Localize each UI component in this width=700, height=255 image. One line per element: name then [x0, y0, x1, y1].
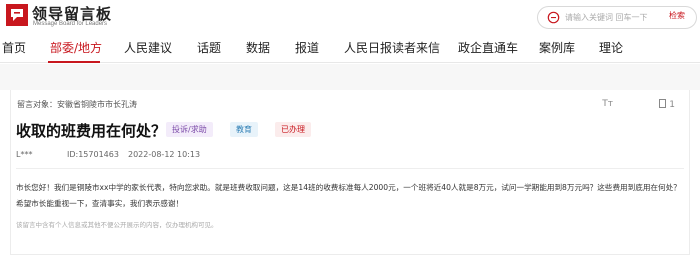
nav-item-ministries-local[interactable]: 部委/地方	[50, 39, 102, 56]
main-nav: 首页 部委/地方 人民建议 话题 数据 报道 人民日报读者来信 政企直通车 案例…	[0, 33, 700, 63]
nav-active-indicator	[48, 61, 100, 63]
tag-category[interactable]: 投诉/求助	[166, 122, 213, 137]
site-logo[interactable]: 领导留言板 Message Board for Leaders	[6, 4, 176, 30]
logo-subtitle: Message Board for Leaders	[33, 21, 108, 27]
message-card: 留言对象：安徽省铜陵市市长孔涛 Tт 1 收取的班费用在何处？ 投诉/求助 教育…	[10, 90, 690, 255]
nav-item-data[interactable]: 数据	[246, 39, 270, 56]
privacy-notice: 该留言中含有个人信息或其他不便公开展示的内容，仅办理机构可见。	[16, 221, 218, 229]
divider	[16, 168, 684, 169]
message-author: L***	[16, 150, 33, 159]
site-header: 领导留言板 Message Board for Leaders 检索	[0, 0, 700, 33]
tag-domain[interactable]: 教育	[230, 122, 258, 137]
search-button[interactable]: 检索	[669, 10, 685, 21]
search-box: 检索	[537, 6, 697, 29]
search-input[interactable]	[565, 10, 660, 25]
font-size-icon[interactable]: Tт	[602, 99, 613, 109]
status-badge: 已办理	[275, 122, 311, 137]
message-id: ID:15701463	[67, 150, 119, 159]
search-icon	[547, 11, 560, 24]
message-body: 市长您好！我们是铜陵市xx中学的家长代表，特向您求助。就是班费收取问题，这是14…	[16, 183, 681, 208]
nav-item-people-suggestions[interactable]: 人民建议	[124, 39, 172, 56]
like-icon	[659, 99, 667, 108]
nav-item-readers-letters[interactable]: 人民日报读者来信	[344, 39, 440, 56]
nav-item-case-library[interactable]: 案例库	[539, 39, 575, 56]
nav-item-home[interactable]: 首页	[2, 39, 26, 56]
nav-item-theory[interactable]: 理论	[599, 39, 623, 56]
message-date: 2022-08-12 10:13	[128, 150, 201, 159]
like-count: 1	[669, 100, 675, 110]
like-button[interactable]: 1	[659, 99, 675, 110]
message-board-logo-icon	[6, 4, 28, 26]
nav-item-reports[interactable]: 报道	[295, 39, 319, 56]
nav-item-gov-enterprise[interactable]: 政企直通车	[458, 39, 518, 56]
message-title: 收取的班费用在何处？	[16, 122, 167, 140]
page-band	[0, 64, 700, 90]
nav-item-topics[interactable]: 话题	[197, 39, 221, 56]
message-target: 留言对象：安徽省铜陵市市长孔涛	[17, 100, 137, 109]
